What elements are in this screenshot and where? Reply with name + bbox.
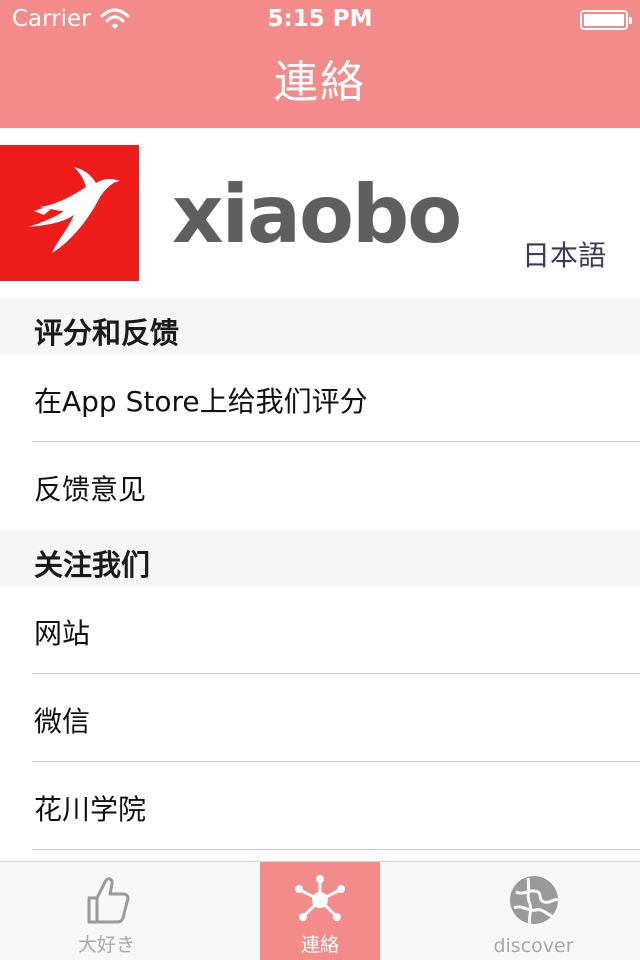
tab-label: 連絡 <box>300 934 339 956</box>
brand-banner: xiaobo 日本語 <box>0 128 640 298</box>
thumbs-up-icon <box>87 877 129 924</box>
battery-icon <box>580 10 632 30</box>
row-rate-app-store[interactable]: 在App Store上给我们评分 <box>0 354 640 442</box>
tab-bar: 大好き 連絡 discover <box>0 861 640 960</box>
row-feedback[interactable]: 反馈意见 <box>0 442 640 530</box>
row-label: 微信 <box>34 705 91 738</box>
row-label: 网站 <box>34 617 91 650</box>
row-label: 反馈意见 <box>34 473 147 506</box>
status-time: 5:15 PM <box>267 6 373 32</box>
navigation-bar: Carrier 5:15 PM 連絡 <box>0 0 640 128</box>
status-bar: Carrier 5:15 PM <box>0 0 640 40</box>
tab-label: 大好き <box>77 934 135 956</box>
network-icon <box>295 875 345 921</box>
tab-discover[interactable]: discover <box>427 862 640 960</box>
row-huachuan-academy[interactable]: 花川学院 <box>0 762 640 850</box>
section-title: 关注我们 <box>34 548 151 582</box>
row-divider <box>32 849 640 850</box>
row-wechat[interactable]: 微信 <box>0 674 640 762</box>
brand-logo-text: xiaobo <box>172 168 462 261</box>
tab-contact[interactable]: 連絡 <box>260 862 380 960</box>
tab-favorites[interactable]: 大好き <box>0 862 213 960</box>
section-header-rating: 评分和反馈 <box>0 298 640 354</box>
section-header-follow: 关注我们 <box>0 530 640 586</box>
page-title: 連絡 <box>274 57 366 108</box>
row-label: 花川学院 <box>34 793 147 826</box>
swallow-logo-icon <box>0 145 139 281</box>
globe-icon <box>509 876 559 925</box>
language-switch-button[interactable]: 日本語 <box>522 234 606 274</box>
tab-label: discover <box>493 935 574 957</box>
row-website[interactable]: 网站 <box>0 586 640 674</box>
section-title: 评分和反馈 <box>34 316 180 350</box>
row-label: 在App Store上给我们评分 <box>34 385 368 418</box>
